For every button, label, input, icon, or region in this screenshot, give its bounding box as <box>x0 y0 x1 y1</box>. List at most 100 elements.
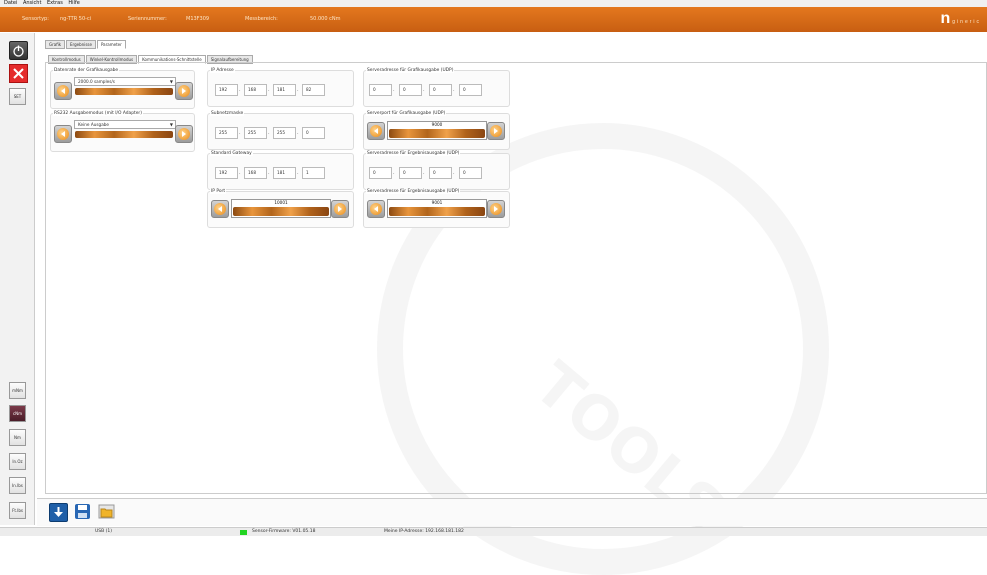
rs232-select[interactable]: Keine Ausgabe ▼ <box>74 120 176 129</box>
close-icon <box>13 68 24 79</box>
seriennummer-label: Seriennummer: <box>128 16 167 22</box>
arrow-left-icon <box>218 206 222 212</box>
port-ergebnis-value: 9001 <box>431 200 443 205</box>
subnet-octet-1[interactable]: 255 <box>215 127 238 139</box>
my-ip-status: Meine IP-Adresse: 192.168.181.182 <box>384 529 464 534</box>
rs232-next-button[interactable] <box>175 125 193 143</box>
rs232-slider[interactable] <box>74 131 174 138</box>
stop-button[interactable] <box>9 64 28 83</box>
subnet-octet-3[interactable]: 255 <box>273 127 296 139</box>
ip-octet-3[interactable]: 181 <box>273 84 296 96</box>
download-button[interactable] <box>49 503 68 522</box>
arrow-right-icon <box>182 88 186 94</box>
usb-status: USB (1) <box>95 529 113 534</box>
ip-port-group: IP Port 10001 <box>207 189 354 228</box>
unit-cnm-button[interactable]: cNm <box>9 405 26 422</box>
ip-port-prev-button[interactable] <box>211 200 229 218</box>
server-grafik-octet-4[interactable]: 0 <box>459 84 482 96</box>
gateway-octet-4[interactable]: 1 <box>302 167 325 179</box>
unit-inoz-button[interactable]: In.Oz <box>9 453 26 470</box>
port-ergebnis-next-button[interactable] <box>487 200 505 218</box>
arrow-right-icon <box>338 206 342 212</box>
rs232-label: RS232 Ausgabemodus (mit I/O Adapter) <box>53 111 143 116</box>
ip-octet-2[interactable]: 168 <box>244 84 267 96</box>
arrow-right-icon <box>494 206 498 212</box>
server-grafik-label: Serveradresse für Grafikausgabe (UDP) <box>366 68 455 73</box>
gateway-octet-3[interactable]: 181 <box>273 167 296 179</box>
tab-parameter[interactable]: Parameter <box>96 40 126 49</box>
tab-grafik[interactable]: Grafik <box>45 40 66 49</box>
unit-ftlbs-button[interactable]: Ft.lbs <box>9 502 26 519</box>
arrow-left-icon <box>374 128 378 134</box>
ip-port-slider[interactable]: 10001 <box>231 199 331 218</box>
arrow-left-icon <box>61 131 65 137</box>
datenrate-group: Datenrate der Grafikausgabe 2000.0 sampl… <box>50 68 195 109</box>
port-ergebnis-group: Serveradresse für Ergebnisausgabe (UDP) … <box>363 189 510 228</box>
sensortyp-label: Sensortyp: <box>22 16 49 22</box>
server-ergebnis-octet-2[interactable]: 0 <box>399 167 422 179</box>
datenrate-label: Datenrate der Grafikausgabe <box>53 68 120 73</box>
messbereich-label: Messbereich: <box>245 16 278 22</box>
ip-port-label: IP Port <box>210 189 227 194</box>
menu-hilfe[interactable]: Hilfe <box>68 0 79 7</box>
arrow-left-icon <box>61 88 65 94</box>
ip-address-label: IP Adresse <box>210 68 235 73</box>
datenrate-prev-button[interactable] <box>54 82 72 100</box>
set-button[interactable]: SET <box>9 88 26 105</box>
server-grafik-octet-2[interactable]: 0 <box>399 84 422 96</box>
save-button[interactable] <box>74 503 91 520</box>
open-folder-button[interactable] <box>98 503 115 520</box>
ip-octet-1[interactable]: 192 <box>215 84 238 96</box>
port-grafik-next-button[interactable] <box>487 122 505 140</box>
port-ergebnis-prev-button[interactable] <box>367 200 385 218</box>
server-ergebnis-octet-4[interactable]: 0 <box>459 167 482 179</box>
datenrate-next-button[interactable] <box>175 82 193 100</box>
port-grafik-group: Serverport für Grafikausgabe (UDP) 9000 <box>363 111 510 150</box>
left-toolbar: SET mNm cNm Nm In.Oz In.lbs Ft.lbs <box>0 33 35 525</box>
server-ergebnis-group: Serveradresse für Ergebnisausgabe (UDP) … <box>363 151 510 190</box>
unit-nm-button[interactable]: Nm <box>9 429 26 446</box>
gateway-octet-1[interactable]: 192 <box>215 167 238 179</box>
unit-inlbs-button[interactable]: In.lbs <box>9 477 26 494</box>
power-button[interactable] <box>9 41 28 60</box>
server-grafik-octet-3[interactable]: 0 <box>429 84 452 96</box>
sensor-info-bar: Sensortyp: ng-TTR 50-ci Seriennummer: M1… <box>0 7 987 32</box>
subnet-label: Subnetzmaske <box>210 111 245 116</box>
rs232-prev-button[interactable] <box>54 125 72 143</box>
menu-datei[interactable]: Datei <box>4 0 17 7</box>
server-grafik-octet-1[interactable]: 0 <box>369 84 392 96</box>
server-ergebnis-octet-3[interactable]: 0 <box>429 167 452 179</box>
subnet-group: Subnetzmaske 255. 255. 255. 0 <box>207 111 354 150</box>
subnet-octet-2[interactable]: 255 <box>244 127 267 139</box>
ip-octet-4[interactable]: 82 <box>302 84 325 96</box>
connection-led-icon <box>240 530 247 535</box>
save-icon <box>75 504 90 519</box>
port-grafik-slider[interactable]: 9000 <box>387 121 487 140</box>
subnet-octet-4[interactable]: 0 <box>302 127 325 139</box>
server-ergebnis-octet-1[interactable]: 0 <box>369 167 392 179</box>
menu-extras[interactable]: Extras <box>47 0 63 7</box>
datenrate-slider[interactable] <box>74 88 174 95</box>
folder-icon <box>98 504 115 519</box>
messbereich-value: 50.000 cNm <box>310 16 341 22</box>
unit-mnm-button[interactable]: mNm <box>9 382 26 399</box>
main-tabs: Grafik Ergebnisse Parameter <box>45 40 127 49</box>
chevron-down-icon: ▼ <box>169 122 173 127</box>
ip-port-value: 10001 <box>274 200 288 205</box>
gateway-octet-2[interactable]: 168 <box>244 167 267 179</box>
port-grafik-value: 9000 <box>431 122 443 127</box>
arrow-left-icon <box>374 206 378 212</box>
port-ergebnis-slider[interactable]: 9001 <box>387 199 487 218</box>
port-grafik-label: Serverport für Grafikausgabe (UDP) <box>366 111 447 116</box>
power-icon <box>13 45 24 57</box>
port-grafik-prev-button[interactable] <box>367 122 385 140</box>
ip-address-group: IP Adresse 192. 168. 181. 82 <box>207 68 354 107</box>
rs232-group: RS232 Ausgabemodus (mit I/O Adapter) Kei… <box>50 111 195 152</box>
datenrate-select[interactable]: 2000.0 samples/s ▼ <box>74 77 176 86</box>
ip-port-next-button[interactable] <box>331 200 349 218</box>
gateway-label: Standard Gateway <box>210 151 253 156</box>
tab-ergebnisse[interactable]: Ergebnisse <box>66 40 96 49</box>
brand-logo: ngineric <box>940 10 981 27</box>
seriennummer-value: M13F309 <box>186 16 210 22</box>
menu-ansicht[interactable]: Ansicht <box>23 0 41 7</box>
